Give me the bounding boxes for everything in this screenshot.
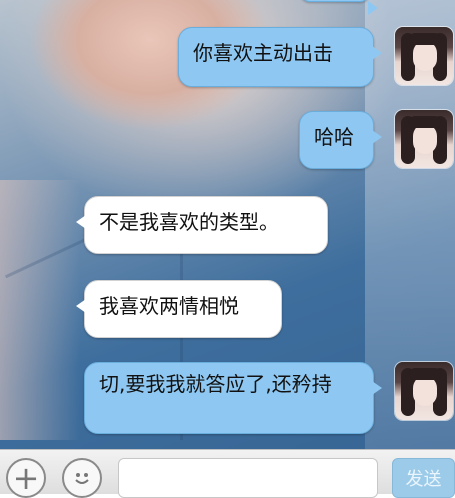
message-bubble-outgoing[interactable]: 切,要我我就答应了,还矜持 — [84, 362, 382, 434]
message-text: 不是我喜欢的类型。 — [99, 210, 279, 234]
avatar-me[interactable] — [395, 27, 453, 85]
message-bubble-incoming[interactable]: 我喜欢两情相悦 — [76, 280, 282, 338]
send-button[interactable]: 发送 — [392, 458, 455, 498]
message-text: 我喜欢两情相悦 — [99, 294, 239, 318]
message-bubble-outgoing[interactable]: 你喜欢主动出击 — [178, 27, 382, 87]
chat-background-overlay-left — [0, 180, 80, 440]
plus-icon[interactable]: + — [6, 458, 46, 498]
message-input[interactable] — [118, 458, 378, 498]
message-bubble-incoming[interactable]: 不是我喜欢的类型。 — [76, 196, 328, 254]
message-text: 你喜欢主动出击 — [193, 41, 333, 65]
message-text: 哈哈 — [314, 125, 354, 149]
message-bubble-partial — [300, 0, 378, 15]
message-bubble-outgoing[interactable]: 哈哈 — [299, 111, 382, 169]
message-text: 切,要我我就答应了,还矜持 — [99, 372, 332, 396]
emoji-icon[interactable] — [62, 458, 102, 498]
avatar-me[interactable] — [395, 362, 453, 420]
avatar-me[interactable] — [395, 110, 453, 168]
